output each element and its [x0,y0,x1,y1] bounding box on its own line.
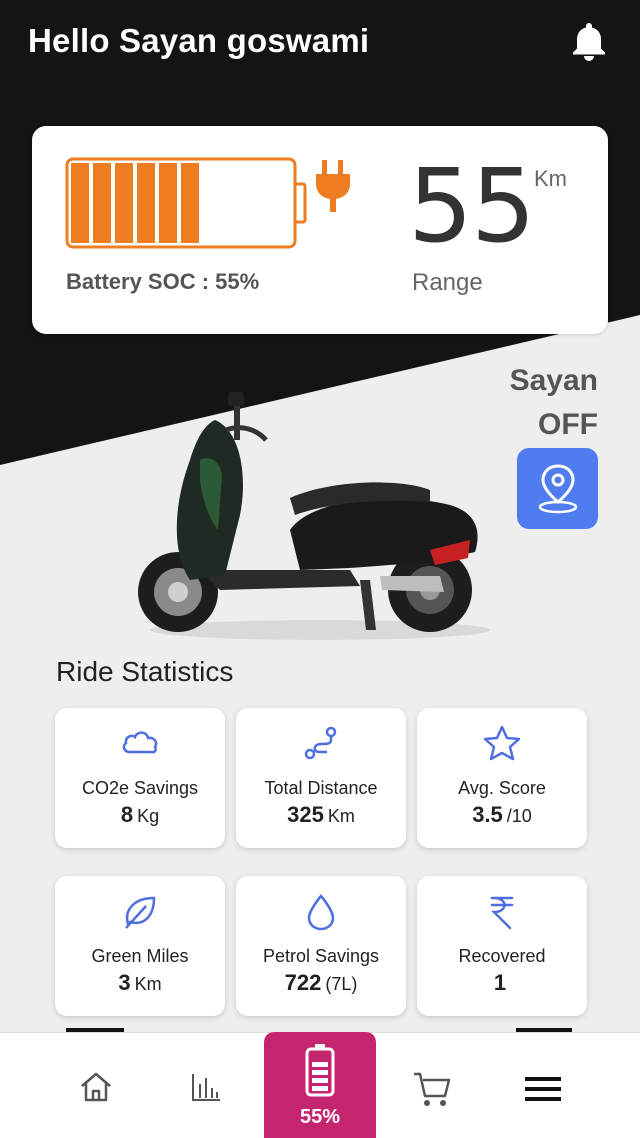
star-icon [483,725,521,761]
stat-unit: Km [134,974,162,994]
battery-segment [93,163,111,243]
stat-number: 325 [287,802,324,827]
cloud-icon [122,731,158,754]
stat-label: Total Distance [264,778,378,798]
plug-icon [316,160,350,212]
stat-card-green-miles[interactable]: Green Miles 3 Km [55,876,225,1016]
home-icon[interactable] [78,1070,114,1104]
stat-value: 3 Km [55,970,225,996]
stat-card-petrol-savings[interactable]: Petrol Savings 722 (7L) [236,876,406,1016]
stat-value: 722 (7L) [236,970,406,996]
stat-number: 1 [493,970,507,995]
battery-segment [115,163,133,243]
stat-card-recovered[interactable]: Recovered 1 [417,876,587,1016]
stat-value: 3.5/10 [417,802,587,828]
battery-segment [181,163,199,243]
battery-icon [305,1044,335,1097]
stat-unit: (7L) [325,974,358,994]
stat-number: 8 [120,802,134,827]
stat-label: Avg. Score [458,778,546,798]
cart-icon[interactable] [412,1070,452,1108]
stat-card-co2e-savings[interactable]: CO2e Savings 8 Kg [55,708,225,848]
range-label: Range [412,269,483,296]
stat-value: 325 Km [236,802,406,828]
stat-number: 3.5 [472,802,503,827]
menu-icon[interactable] [524,1074,562,1104]
route-icon [304,726,337,760]
leaf-icon [125,896,156,929]
scooter-image [138,392,490,640]
stat-number: 722 [284,970,322,995]
stat-value: 8 Kg [55,802,225,828]
battery-soc-label: Battery SOC : 55% [66,269,260,294]
vehicle-name: Sayan [509,364,598,397]
range-unit: Km [534,166,567,191]
battery-segment [159,163,177,243]
ride-statistics-title: Ride Statistics [56,656,234,687]
stat-number: 3 [118,970,131,995]
battery-card: Battery SOC : 55% 55 Km Range [32,126,608,334]
battery-nav-label: 55% [299,1106,341,1128]
battery-gauge [65,157,307,249]
stat-unit: Km [327,806,355,826]
drop-icon [307,894,335,931]
vehicle-status: OFF [538,408,598,441]
stat-card-total-distance[interactable]: Total Distance 325 Km [236,708,406,848]
stat-label: Recovered [458,946,546,966]
stat-label: CO2e Savings [81,778,199,798]
stat-card-avg-score[interactable]: Avg. Score 3.5/10 [417,708,587,848]
range-value: 55 [408,147,536,266]
stat-label: Petrol Savings [262,946,380,966]
locate-vehicle-button[interactable] [517,448,598,529]
stats-icon[interactable] [190,1070,222,1104]
location-pin-icon [538,464,578,514]
bell-icon[interactable] [566,18,612,64]
greeting-title: Hello Sayan goswami [28,22,370,59]
battery-segment [137,163,155,243]
stat-unit: /10 [506,806,532,826]
stat-value: 1 [417,970,587,996]
battery-segment [71,163,89,243]
rupee-icon [490,896,514,930]
battery-nav-button[interactable]: 55% [264,1032,376,1138]
stat-unit: Kg [137,806,160,826]
stat-label: Green Miles [91,946,189,966]
